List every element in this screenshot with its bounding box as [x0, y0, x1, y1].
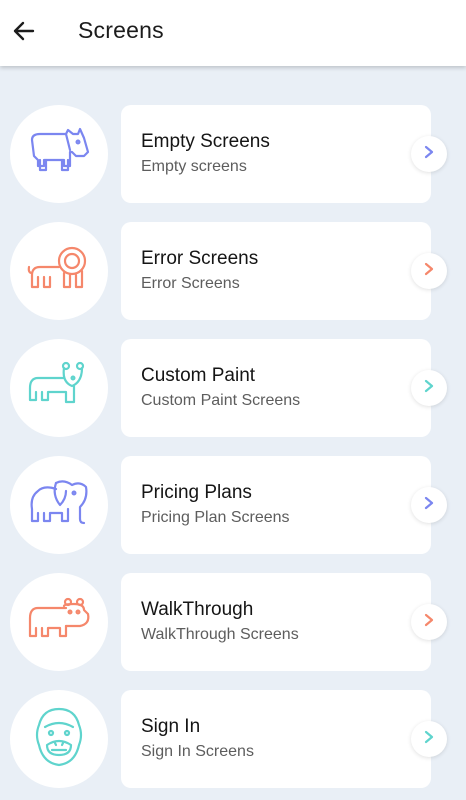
list-item-card[interactable]: WalkThrough WalkThrough Screens	[121, 573, 431, 671]
screens-list: Empty Screens Empty screens Error Screen…	[0, 0, 466, 800]
list-item-subtitle: Pricing Plan Screens	[141, 509, 290, 526]
list-item-error-screens[interactable]: Error Screens Error Screens	[0, 222, 466, 320]
avatar	[10, 339, 108, 437]
list-item-card[interactable]: Empty Screens Empty screens	[121, 105, 431, 203]
list-item-card[interactable]: Sign In Sign In Screens	[121, 690, 431, 788]
chevron-right-button[interactable]	[411, 487, 447, 523]
chevron-right-icon	[423, 379, 435, 398]
list-item-card[interactable]: Error Screens Error Screens	[121, 222, 431, 320]
rhino-icon	[26, 126, 92, 183]
chevron-right-button[interactable]	[411, 604, 447, 640]
app-bar: Screens	[0, 0, 466, 66]
list-item-card[interactable]: Custom Paint Custom Paint Screens	[121, 339, 431, 437]
chevron-right-icon	[423, 496, 435, 515]
chevron-right-button[interactable]	[411, 370, 447, 406]
avatar	[10, 690, 108, 788]
list-item-sign-in[interactable]: Sign In Sign In Screens	[0, 690, 466, 788]
avatar	[10, 222, 108, 320]
list-item-subtitle: Custom Paint Screens	[141, 392, 301, 409]
lion-icon	[26, 243, 92, 300]
chevron-right-icon	[423, 613, 435, 632]
list-item-title: Pricing Plans	[141, 482, 252, 503]
chevron-right-icon	[423, 262, 435, 281]
hippo-icon	[26, 594, 92, 651]
list-item-subtitle: Sign In Screens	[141, 743, 254, 760]
arrow-left-icon	[12, 19, 36, 48]
avatar	[10, 573, 108, 671]
chevron-right-icon	[423, 145, 435, 164]
gorilla-icon	[29, 705, 89, 774]
list-item-title: Custom Paint	[141, 365, 256, 386]
list-item-title: WalkThrough	[141, 599, 254, 620]
list-item-title: Error Screens	[141, 248, 259, 269]
avatar	[10, 105, 108, 203]
back-button[interactable]	[10, 19, 38, 47]
list-item-subtitle: WalkThrough Screens	[141, 626, 299, 643]
chevron-right-icon	[423, 730, 435, 749]
chevron-right-button[interactable]	[411, 721, 447, 757]
elephant-icon	[26, 477, 92, 534]
list-item-title: Sign In	[141, 716, 201, 737]
list-item-card[interactable]: Pricing Plans Pricing Plan Screens	[121, 456, 431, 554]
list-item-empty-screens[interactable]: Empty Screens Empty screens	[0, 105, 466, 203]
chevron-right-button[interactable]	[411, 136, 447, 172]
list-item-subtitle: Empty screens	[141, 158, 247, 175]
list-item-walkthrough[interactable]: WalkThrough WalkThrough Screens	[0, 573, 466, 671]
list-item-pricing-plans[interactable]: Pricing Plans Pricing Plan Screens	[0, 456, 466, 554]
bear-icon	[26, 360, 92, 417]
list-item-custom-paint[interactable]: Custom Paint Custom Paint Screens	[0, 339, 466, 437]
page-title: Screens	[78, 17, 164, 43]
list-item-subtitle: Error Screens	[141, 275, 240, 292]
chevron-right-button[interactable]	[411, 253, 447, 289]
avatar	[10, 456, 108, 554]
list-item-title: Empty Screens	[141, 131, 270, 152]
